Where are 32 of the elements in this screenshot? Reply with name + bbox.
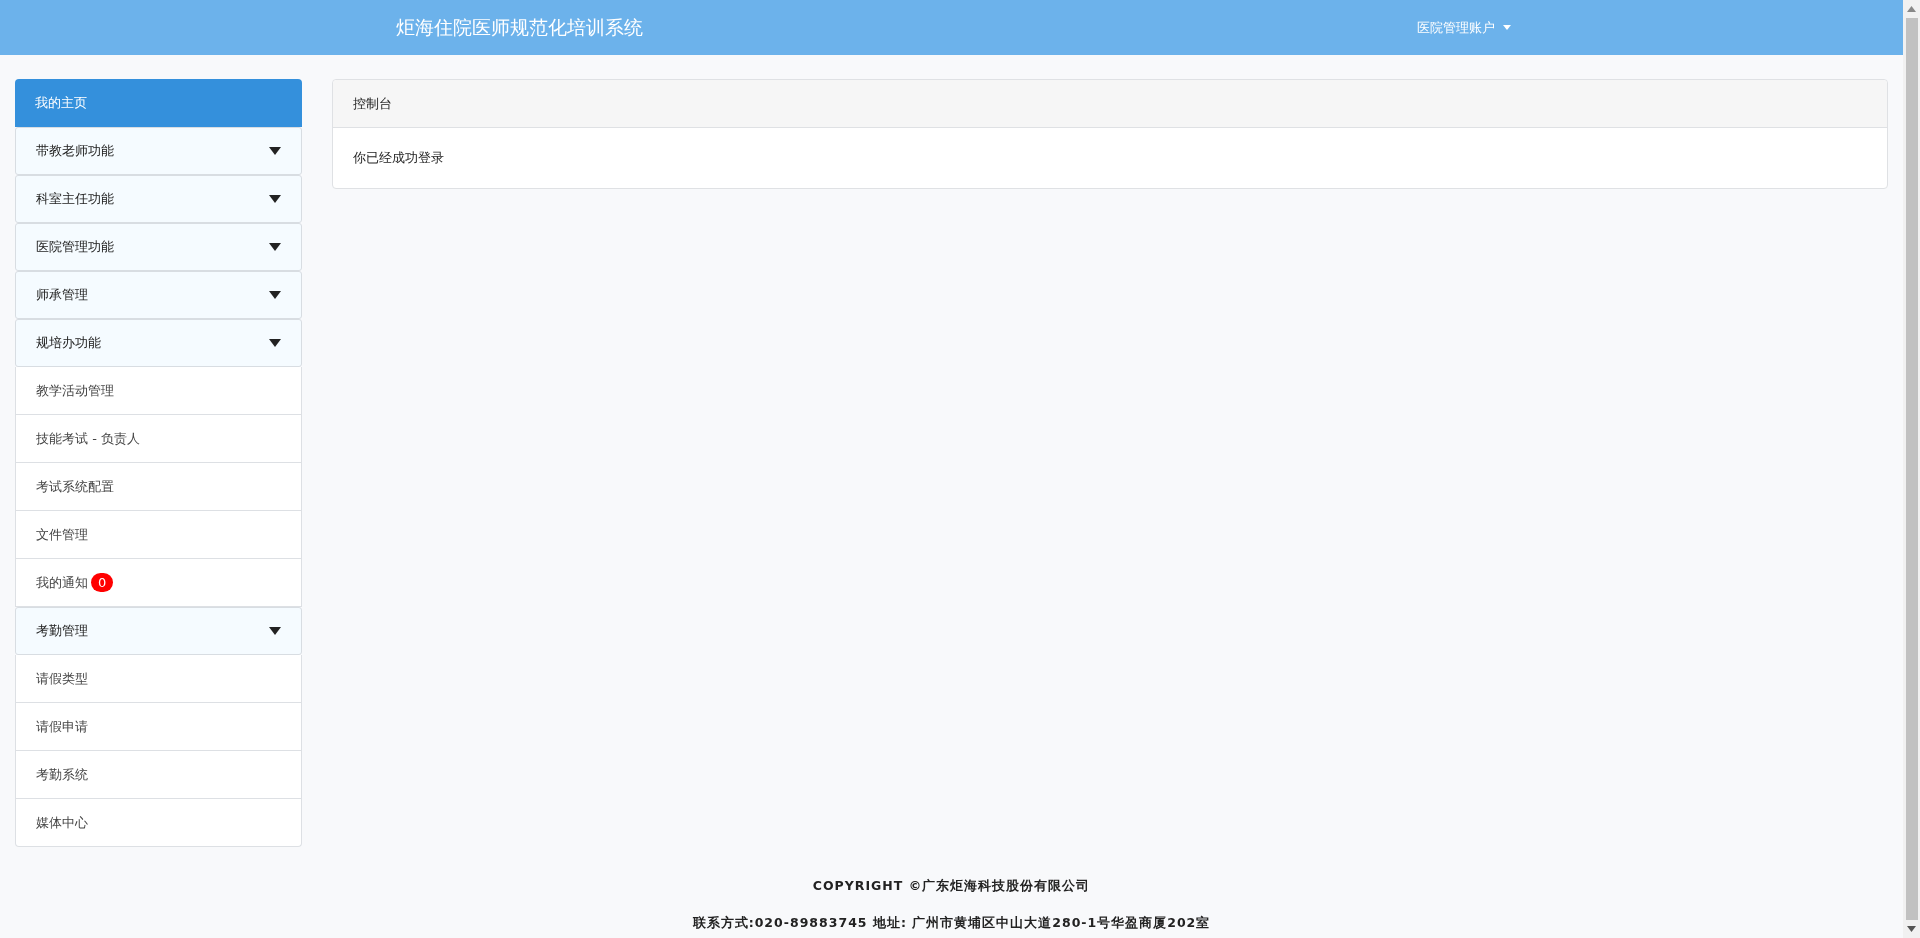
menu-item[interactable]: 考试系统配置	[15, 463, 302, 511]
scroll-down-icon[interactable]	[1907, 926, 1916, 932]
contact-text: 联系方式:020-89883745 地址: 广州市黄埔区中山大道280-1号华盈商厦202室	[692, 915, 1211, 932]
scrollbar[interactable]	[1903, 0, 1920, 938]
menu-item[interactable]: 媒体中心	[15, 799, 302, 847]
scrollbar-thumb[interactable]	[1905, 18, 1918, 920]
menu-group-item[interactable]: 师承管理	[15, 271, 302, 319]
app-title: 炬海住院医师规范化培训系统	[396, 14, 643, 40]
menu-item[interactable]: 请假申请	[15, 703, 302, 751]
menu-group-item[interactable]: 科室主任功能	[15, 175, 302, 223]
menu-group-item[interactable]: 医院管理功能	[15, 223, 302, 271]
menu-group-item[interactable]: 带教老师功能	[15, 127, 302, 175]
copyright-text: COPYRIGHT ©广东炬海科技股份有限公司	[812, 878, 1091, 895]
menu-group-item[interactable]: 规培办功能	[15, 319, 302, 367]
menu-item[interactable]: 考勤系统	[15, 751, 302, 799]
count-badge: 0	[91, 573, 114, 592]
panel-title: 控制台	[333, 80, 1887, 128]
caret-icon	[269, 339, 281, 347]
caret-icon	[1503, 25, 1511, 30]
menu-item[interactable]: 文件管理	[15, 511, 302, 559]
caret-icon	[269, 147, 281, 155]
caret-icon	[269, 291, 281, 299]
menu-group-item[interactable]: 考勤管理	[15, 607, 302, 655]
login-message: 你已经成功登录	[352, 149, 445, 167]
caret-icon	[269, 195, 281, 203]
caret-icon	[269, 627, 281, 635]
menu-item[interactable]: 技能考试 - 负责人	[15, 415, 302, 463]
menu-item[interactable]: 我的通知 0	[15, 559, 302, 607]
caret-icon	[269, 243, 281, 251]
menu-item[interactable]: 请假类型	[15, 655, 302, 703]
scroll-up-icon[interactable]	[1907, 6, 1916, 12]
menu-item[interactable]: 教学活动管理	[15, 367, 302, 415]
